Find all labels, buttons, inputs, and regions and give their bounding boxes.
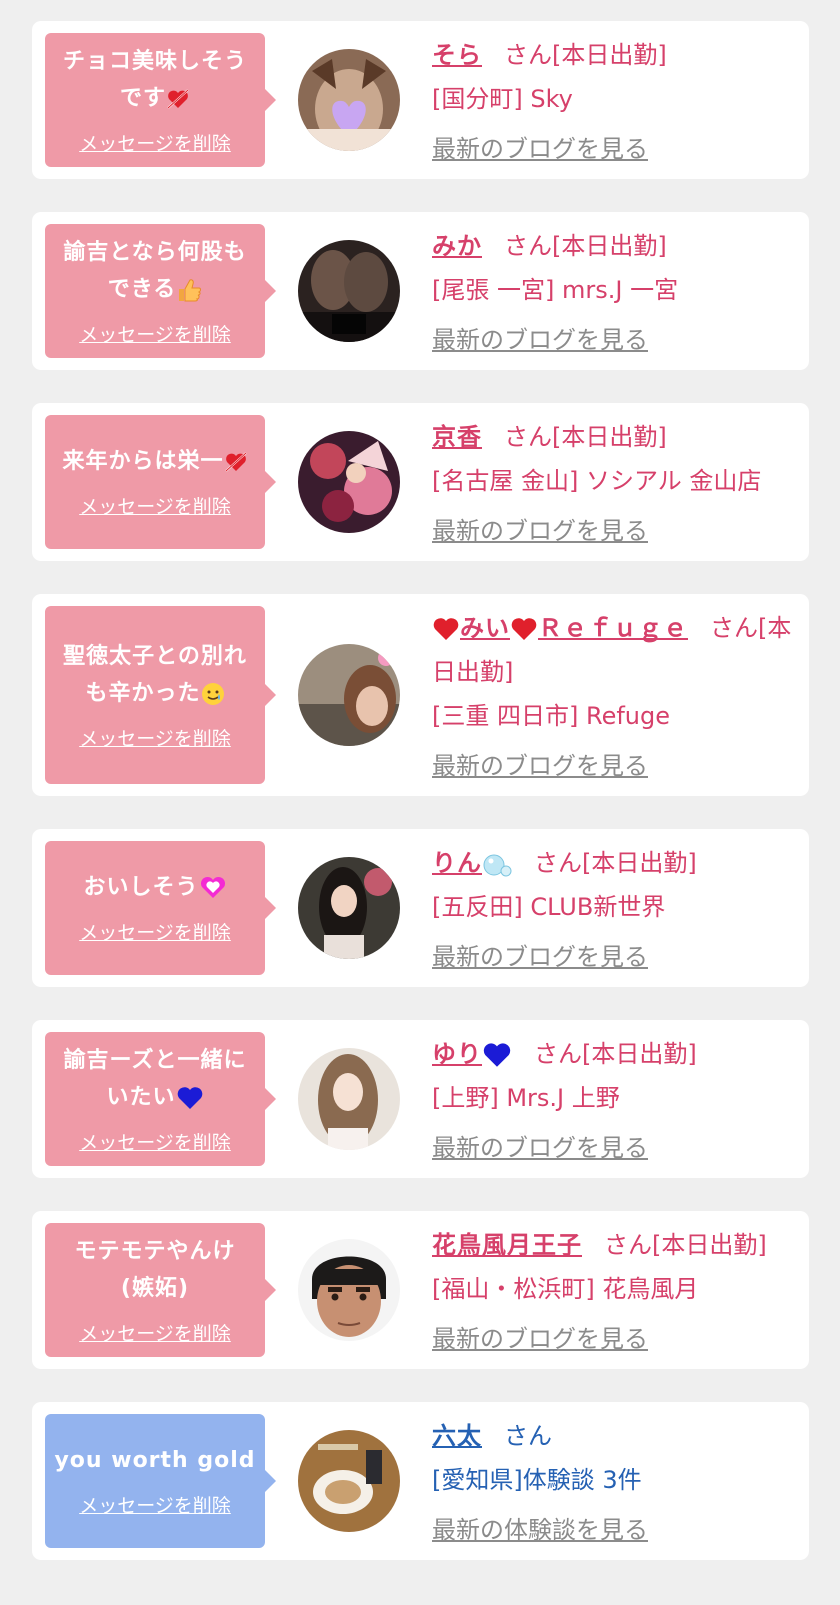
sender-name-link[interactable]: 六太: [432, 1422, 482, 1450]
shop-name: [五反田] CLUB新世界: [432, 893, 666, 921]
avatar-photo: [298, 857, 400, 959]
avatar-photo: [298, 49, 400, 151]
message-card: おいしそう メッセージを削除 りん さん[本日出勤] [五反田] CLUB新世界 …: [32, 829, 809, 987]
message-text: 諭吉となら何股も できる: [63, 239, 247, 302]
message-card: 諭吉となら何股も できる メッセージを削除 みか さん[本日出勤] [尾張 一宮]…: [32, 212, 809, 370]
heart-arrow-icon: [224, 452, 247, 472]
delete-message-link[interactable]: メッセージを削除: [79, 320, 231, 347]
message-card: モテモテやんけ (嫉妬) メッセージを削除 花鳥風月王子 さん[本日出勤] [福山…: [32, 1211, 809, 1369]
message-card: 聖徳太子との別れ も辛かった メッセージを削除 みい Ｒｅｆｕｇｅ さん[本 日出勤…: [32, 594, 809, 796]
message-card: チョコ美味しそう です メッセージを削除 そら さん[本日出勤] [国分町] Sk…: [32, 21, 809, 179]
message-text: モテモテやんけ (嫉妬): [74, 1238, 236, 1301]
sender-name-link[interactable]: みい Ｒｅｆｕｇｅ: [432, 614, 688, 642]
delete-message-link[interactable]: メッセージを削除: [79, 1491, 231, 1518]
message-text: you worth gold: [54, 1448, 256, 1473]
thumbs-up-icon: [179, 278, 202, 301]
latest-blog-link[interactable]: 最新のブログを見る: [432, 935, 648, 979]
message-bubble: 諭吉ーズと一緒に いたい メッセージを削除: [45, 1032, 276, 1166]
avatar[interactable]: [298, 1048, 400, 1150]
delete-message-link[interactable]: メッセージを削除: [79, 724, 231, 751]
shop-name: [名古屋 金山] ソシアル 金山店: [432, 467, 762, 495]
latest-blog-link[interactable]: 最新のブログを見る: [432, 744, 648, 788]
avatar[interactable]: [298, 1430, 400, 1532]
message-bubble: モテモテやんけ (嫉妬) メッセージを削除: [45, 1223, 276, 1357]
teary-smile-icon: [201, 682, 224, 705]
latest-blog-link[interactable]: 最新のブログを見る: [432, 509, 648, 553]
sender-info: みか さん[本日出勤] [尾張 一宮] mrs.J 一宮 最新のブログを見る: [432, 224, 799, 362]
latest-blog-link[interactable]: 最新のブログを見る: [432, 1317, 648, 1361]
delete-message-link[interactable]: メッセージを削除: [79, 918, 231, 945]
avatar-photo: [298, 1430, 400, 1532]
sparkling-heart-icon: [200, 876, 225, 898]
message-bubble: 諭吉となら何股も できる メッセージを削除: [45, 224, 276, 358]
shop-name: [上野] Mrs.J 上野: [432, 1084, 620, 1112]
latest-blog-link[interactable]: 最新のブログを見る: [432, 127, 648, 171]
message-bubble: 聖徳太子との別れ も辛かった メッセージを削除: [45, 606, 276, 784]
sender-name-link[interactable]: 京香: [432, 423, 482, 451]
latest-blog-link[interactable]: 最新のブログを見る: [432, 1126, 648, 1170]
delete-message-link[interactable]: メッセージを削除: [79, 129, 231, 156]
blue-heart-icon: [177, 1086, 202, 1109]
red-heart-icon: [433, 618, 459, 640]
sender-info: 京香 さん[本日出勤] [名古屋 金山] ソシアル 金山店 最新のブログを見る: [432, 415, 799, 553]
avatar[interactable]: [298, 857, 400, 959]
message-card: you worth gold メッセージを削除 六太 さん [愛知県]体験談 3件…: [32, 1402, 809, 1560]
message-text: 聖徳太子との別れ も辛かった: [63, 643, 247, 706]
message-text: チョコ美味しそう です: [62, 48, 247, 111]
shop-name: [福山・松浜町] 花鳥風月: [432, 1275, 699, 1303]
message-card: 来年からは栄一 メッセージを削除 京香 さん[本日出勤] [名古屋 金山] ソシア…: [32, 403, 809, 561]
sender-name-link[interactable]: りん: [432, 849, 512, 877]
avatar-photo: [298, 644, 400, 746]
message-bubble: 来年からは栄一 メッセージを削除: [45, 415, 276, 549]
avatar[interactable]: [298, 49, 400, 151]
avatar[interactable]: [298, 644, 400, 746]
delete-message-link[interactable]: メッセージを削除: [79, 1128, 231, 1155]
sender-name-link[interactable]: みか: [432, 232, 482, 260]
message-text: おいしそう: [83, 869, 226, 906]
message-bubble: チョコ美味しそう です メッセージを削除: [45, 33, 276, 167]
message-text: 諭吉ーズと一緒に いたい: [63, 1047, 247, 1110]
delete-message-link[interactable]: メッセージを削除: [79, 492, 231, 519]
blue-heart-icon: [483, 1043, 511, 1067]
avatar[interactable]: [298, 1239, 400, 1341]
message-list: チョコ美味しそう です メッセージを削除 そら さん[本日出勤] [国分町] Sk…: [0, 0, 840, 1560]
shop-name: [三重 四日市] Refuge: [432, 702, 671, 730]
message-card: 諭吉ーズと一緒に いたい メッセージを削除 ゆり さん[本日出勤] [上野] Mr…: [32, 1020, 809, 1178]
shop-name: [国分町] Sky: [432, 85, 573, 113]
avatar-photo: [298, 1048, 400, 1150]
delete-message-link[interactable]: メッセージを削除: [79, 1319, 231, 1346]
shop-name: [尾張 一宮] mrs.J 一宮: [432, 276, 679, 304]
heart-arrow-icon: [167, 88, 189, 109]
avatar-photo: [298, 240, 400, 342]
sender-info: 花鳥風月王子 さん[本日出勤] [福山・松浜町] 花鳥風月 最新のブログを見る: [432, 1223, 799, 1361]
avatar-photo: [298, 1239, 400, 1341]
sender-name-link[interactable]: 花鳥風月王子: [432, 1231, 582, 1259]
message-text: 来年からは栄一: [62, 443, 247, 480]
red-heart-icon: [511, 618, 537, 640]
avatar[interactable]: [298, 240, 400, 342]
sender-info: みい Ｒｅｆｕｇｅ さん[本 日出勤] [三重 四日市] Refuge 最新のブログ…: [432, 606, 799, 788]
bubbles-icon: [483, 854, 512, 877]
sender-name-link[interactable]: そら: [432, 41, 482, 69]
sender-info: 六太 さん [愛知県]体験談 3件 最新の体験談を見る: [432, 1414, 799, 1552]
sender-name-link[interactable]: ゆり: [432, 1040, 512, 1068]
avatar-photo: [298, 431, 400, 533]
message-bubble: おいしそう メッセージを削除: [45, 841, 276, 975]
shop-name: [愛知県]体験談 3件: [432, 1466, 642, 1494]
latest-blog-link[interactable]: 最新のブログを見る: [432, 318, 648, 362]
sender-info: そら さん[本日出勤] [国分町] Sky 最新のブログを見る: [432, 33, 799, 171]
message-bubble: you worth gold メッセージを削除: [45, 1414, 276, 1548]
latest-review-link[interactable]: 最新の体験談を見る: [432, 1508, 648, 1552]
sender-info: ゆり さん[本日出勤] [上野] Mrs.J 上野 最新のブログを見る: [432, 1032, 799, 1170]
sender-info: りん さん[本日出勤] [五反田] CLUB新世界 最新のブログを見る: [432, 841, 799, 979]
avatar[interactable]: [298, 431, 400, 533]
